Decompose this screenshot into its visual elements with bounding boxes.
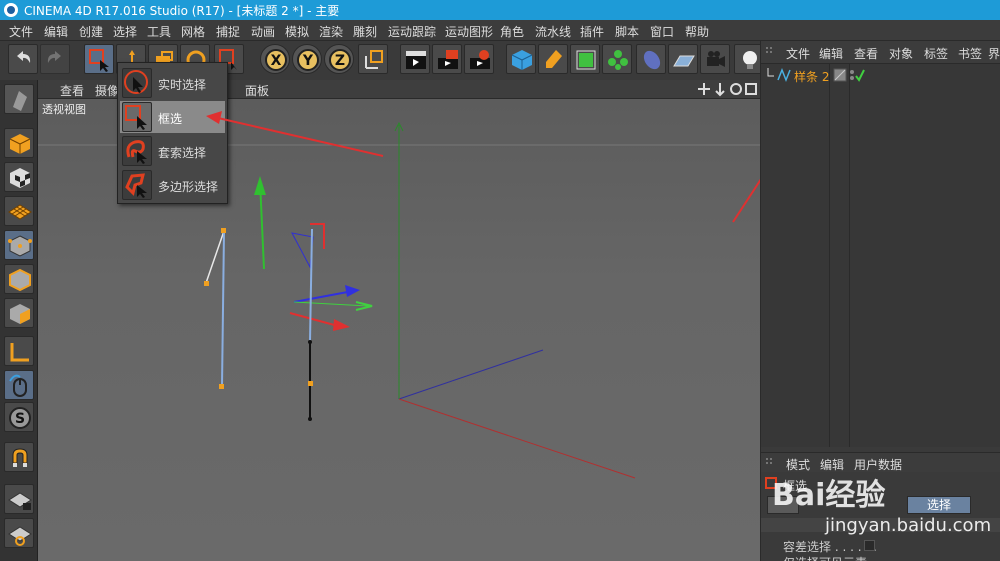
- om-menu-edit[interactable]: 编辑: [819, 45, 843, 62]
- tolerance-select-label: 容差选择 . . . . . .: [783, 540, 877, 554]
- tab-select[interactable]: 选择: [907, 496, 971, 514]
- visible-only-label: 仅选择可见元素: [783, 554, 867, 561]
- annotation-arrow-left: [217, 117, 384, 157]
- om-menu-file[interactable]: 文件: [786, 45, 810, 62]
- object-row-spline[interactable]: 样条 2: [761, 66, 1000, 84]
- object-manager-list: 样条 2: [761, 64, 1000, 447]
- object-name: 样条 2: [794, 70, 830, 84]
- om-menu-edge-label: 界: [988, 47, 1000, 61]
- watermark-url: jingyan.baidu.com: [825, 515, 992, 536]
- om-menu-tags[interactable]: 标签: [924, 45, 948, 62]
- spline-object-icon: [767, 68, 791, 82]
- om-menu-bookmarks[interactable]: 书签: [958, 45, 982, 62]
- annotation-arrowhead-left: [206, 111, 222, 124]
- object-manager-menu: 文件 编辑 查看 对象 标签 书签 界: [761, 41, 1000, 64]
- baidu-jingyan-watermark: Bai经验: [772, 478, 886, 513]
- om-menu-object[interactable]: 对象: [889, 45, 913, 62]
- attr-grip-icon: [766, 458, 772, 464]
- layer-swatch-icon[interactable]: [833, 68, 847, 82]
- tolerance-select-checkbox[interactable]: [864, 540, 875, 551]
- visibility-check-icon[interactable]: [849, 68, 865, 82]
- om-menu-view[interactable]: 查看: [854, 45, 878, 62]
- panel-grip-icon: [766, 47, 772, 53]
